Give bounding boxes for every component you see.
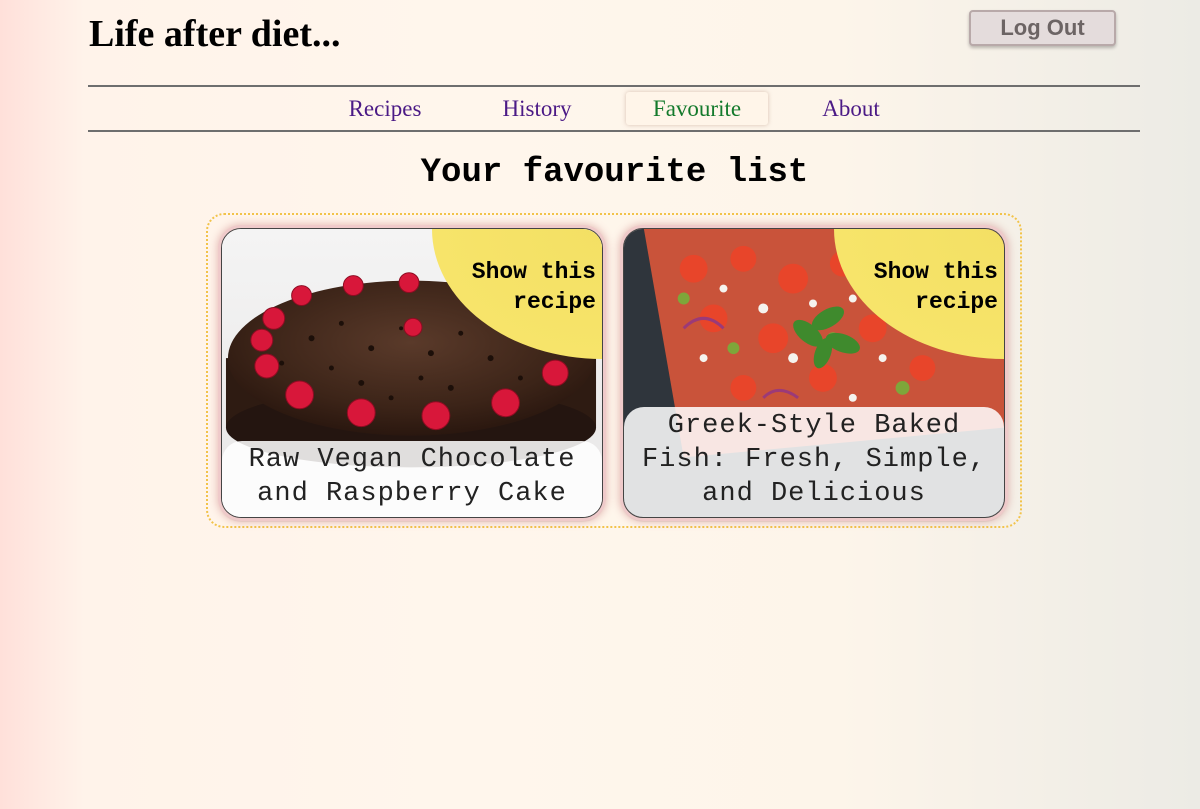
favourite-card[interactable]: Show this recipe Raw Vegan Chocolate and… — [221, 228, 603, 518]
nav-item-about[interactable]: About — [801, 92, 901, 125]
main-nav: Recipes History Favourite About — [0, 88, 1200, 129]
show-recipe-link[interactable]: Show this recipe — [426, 257, 596, 317]
page-heading: Your favourite list — [420, 154, 809, 192]
nav-item-favourite[interactable]: Favourite — [626, 92, 768, 125]
nav-divider-top — [88, 85, 1140, 87]
nav-divider-bottom — [88, 130, 1140, 132]
favourite-card[interactable]: Show this recipe Greek-Style Baked Fish:… — [623, 228, 1005, 518]
recipe-title: Greek-Style Baked Fish: Fresh, Simple, a… — [624, 407, 1004, 517]
show-recipe-link[interactable]: Show this recipe — [828, 257, 998, 317]
recipe-title: Raw Vegan Chocolate and Raspberry Cake — [222, 441, 602, 517]
nav-item-recipes[interactable]: Recipes — [335, 92, 435, 125]
logout-button[interactable]: Log Out — [969, 10, 1116, 46]
nav-item-history[interactable]: History — [487, 92, 587, 125]
site-title: Life after diet... — [89, 13, 341, 55]
